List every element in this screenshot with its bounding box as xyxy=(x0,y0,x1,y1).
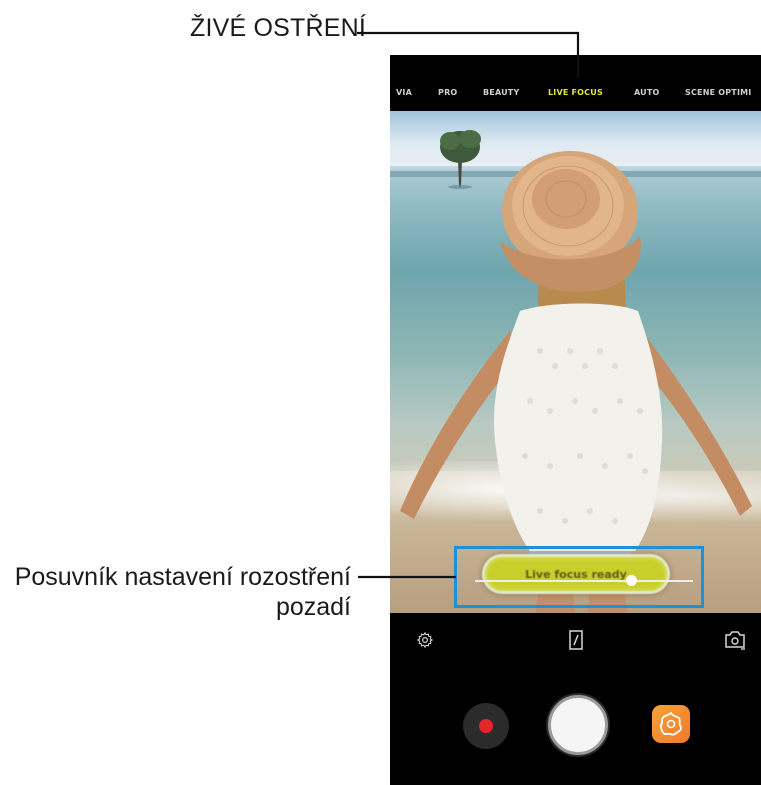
camera-controls xyxy=(390,613,761,785)
shutter-button[interactable] xyxy=(548,695,608,755)
camera-viewfinder[interactable]: Live focus ready xyxy=(390,111,761,613)
mode-beauty[interactable]: BEAUTY xyxy=(483,88,519,97)
mode-live-focus[interactable]: LIVE FOCUS xyxy=(548,88,603,97)
mode-scene-optimizer[interactable]: SCENE OPTIMI xyxy=(685,88,751,97)
mode-auto[interactable]: AUTO xyxy=(634,88,660,97)
sticker-icon xyxy=(659,711,683,736)
callout-blur-slider-line2: pozadí xyxy=(275,593,351,621)
subject-person xyxy=(400,151,752,613)
sticker-button[interactable] xyxy=(652,705,690,743)
blur-slider-knob[interactable] xyxy=(626,575,638,586)
callout-blur-slider-label: Posuvník nastavení rozostření pozadí xyxy=(15,562,351,622)
gear-icon[interactable] xyxy=(416,631,434,649)
callout-blur-slider-line1: Posuvník nastavení rozostření xyxy=(14,563,351,591)
blur-slider-track[interactable] xyxy=(475,580,693,582)
callout-live-focus-label: ŽIVÉ OSTŘENÍ xyxy=(190,14,367,42)
blur-slider-highlight xyxy=(454,546,704,608)
camera-mode-bar: VIA PRO BEAUTY LIVE FOCUS AUTO SCENE OPT… xyxy=(390,55,761,111)
aspect-ratio-icon[interactable] xyxy=(569,630,583,650)
phone-camera-screen: VIA PRO BEAUTY LIVE FOCUS AUTO SCENE OPT… xyxy=(390,55,761,785)
mode-pro[interactable]: PRO xyxy=(438,88,457,97)
mode-via[interactable]: VIA xyxy=(396,88,412,97)
record-button[interactable] xyxy=(463,703,509,749)
record-icon xyxy=(479,719,493,733)
switch-camera-icon[interactable] xyxy=(724,630,746,650)
